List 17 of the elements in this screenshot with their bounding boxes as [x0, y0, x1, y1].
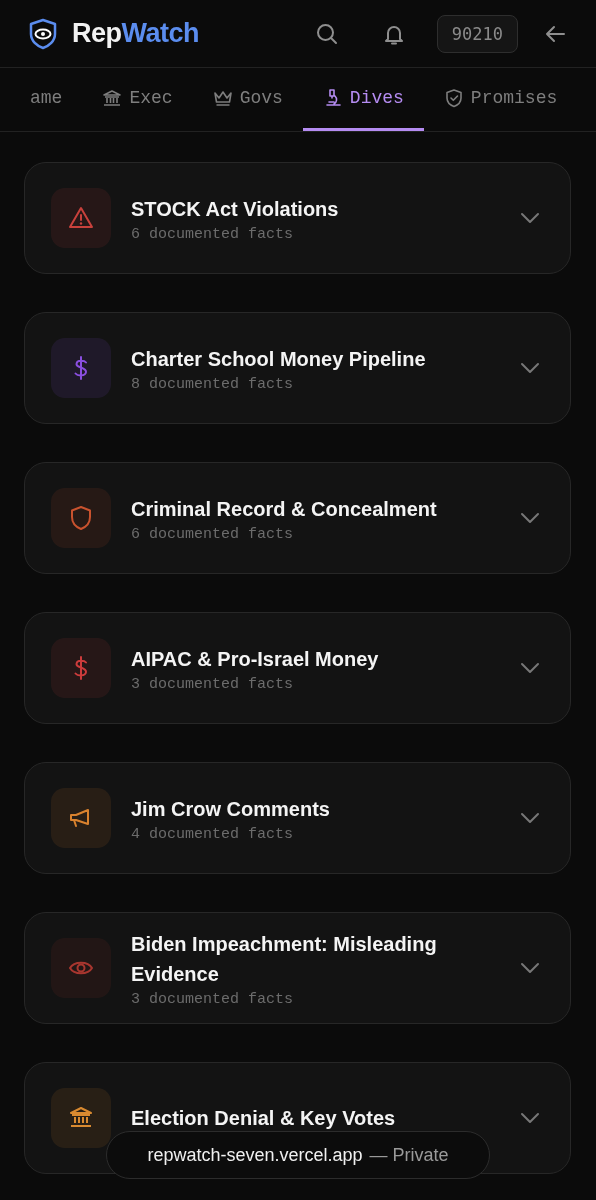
url-address: repwatch-seven.vercel.app — [147, 1144, 363, 1166]
dive-title: Jim Crow Comments — [131, 796, 331, 822]
fact-count: 6 documented facts — [131, 525, 295, 543]
fact-count: 3 documented facts — [131, 675, 295, 693]
dive-title: Biden Impeachment: Misleading Evidence — [131, 931, 438, 987]
dive-title: Charter School Money Pipeline — [131, 346, 427, 372]
dive-title: Criminal Record & Concealment — [131, 496, 438, 522]
fact-count: 6 documented facts — [131, 225, 295, 243]
dive-title: STOCK Act Violations — [131, 196, 340, 222]
brand-name-end: Watch — [121, 18, 199, 48]
dive-title: AIPAC & Pro-Israel Money — [131, 646, 380, 672]
fact-count: 4 documented facts — [131, 825, 295, 843]
dive-title: Election Denial & Key Votes — [131, 1106, 397, 1131]
fact-count: 3 documented facts — [131, 990, 295, 1008]
private-label: — Private — [369, 1144, 449, 1166]
fact-count: 8 documented facts — [131, 375, 295, 393]
brand-name-start: Rep — [72, 18, 122, 48]
